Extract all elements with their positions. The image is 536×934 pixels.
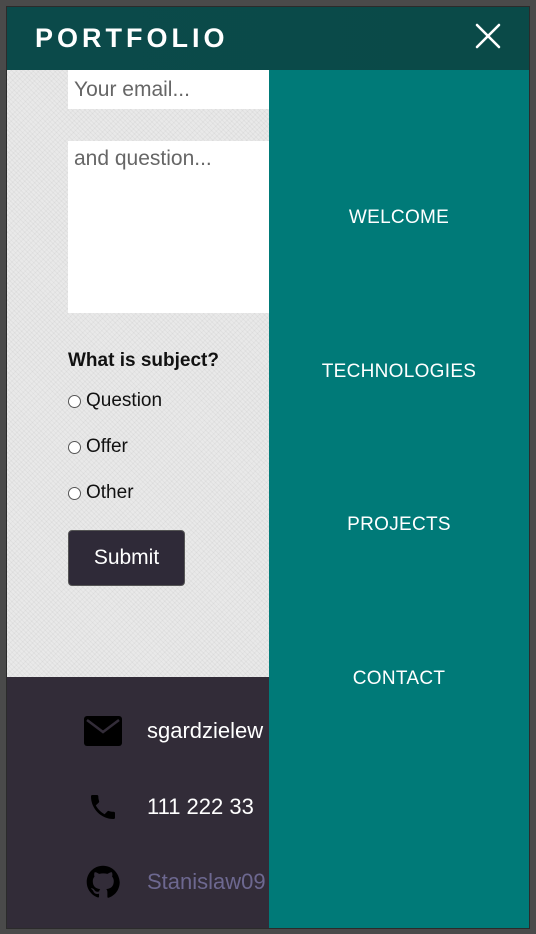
radio-button[interactable] — [68, 486, 81, 500]
question-field[interactable] — [68, 141, 278, 313]
radio-label: Offer — [86, 436, 128, 457]
close-icon — [475, 23, 501, 49]
phone-number[interactable]: 111 222 33 — [147, 794, 254, 820]
brand-title[interactable]: PORTFOLIO — [35, 23, 229, 54]
radio-label: Other — [86, 482, 134, 503]
menu-item-contact[interactable]: CONTACT — [269, 668, 529, 690]
close-menu-button[interactable] — [473, 21, 503, 51]
app-window: PORTFOLIO What is subject? Question Offe… — [7, 7, 529, 928]
github-link[interactable]: Stanislaw09 — [147, 869, 266, 895]
radio-button[interactable] — [68, 440, 81, 454]
radio-option-offer[interactable]: Offer — [68, 436, 128, 458]
envelope-icon — [83, 713, 123, 749]
contact-email-row[interactable]: sgardzielew — [83, 713, 263, 749]
subject-heading: What is subject? — [68, 350, 219, 371]
submit-button[interactable]: Submit — [68, 530, 185, 586]
phone-icon — [83, 789, 123, 825]
menu-item-technologies[interactable]: TECHNOLOGIES — [269, 361, 529, 383]
radio-option-question[interactable]: Question — [68, 390, 162, 412]
menu-item-projects[interactable]: PROJECTS — [269, 514, 529, 536]
radio-label: Question — [86, 390, 163, 411]
contact-github-row[interactable]: Stanislaw09 — [83, 864, 266, 900]
github-icon — [83, 864, 123, 900]
radio-option-other[interactable]: Other — [68, 482, 134, 504]
email-address[interactable]: sgardzielew — [147, 718, 263, 744]
top-header: PORTFOLIO — [7, 7, 529, 70]
menu-item-welcome[interactable]: WELCOME — [269, 207, 529, 229]
nav-drawer: WELCOME TECHNOLOGIES PROJECTS CONTACT — [269, 70, 529, 928]
contact-phone-row[interactable]: 111 222 33 — [83, 789, 254, 825]
email-field[interactable] — [68, 70, 278, 109]
radio-button[interactable] — [68, 394, 81, 408]
